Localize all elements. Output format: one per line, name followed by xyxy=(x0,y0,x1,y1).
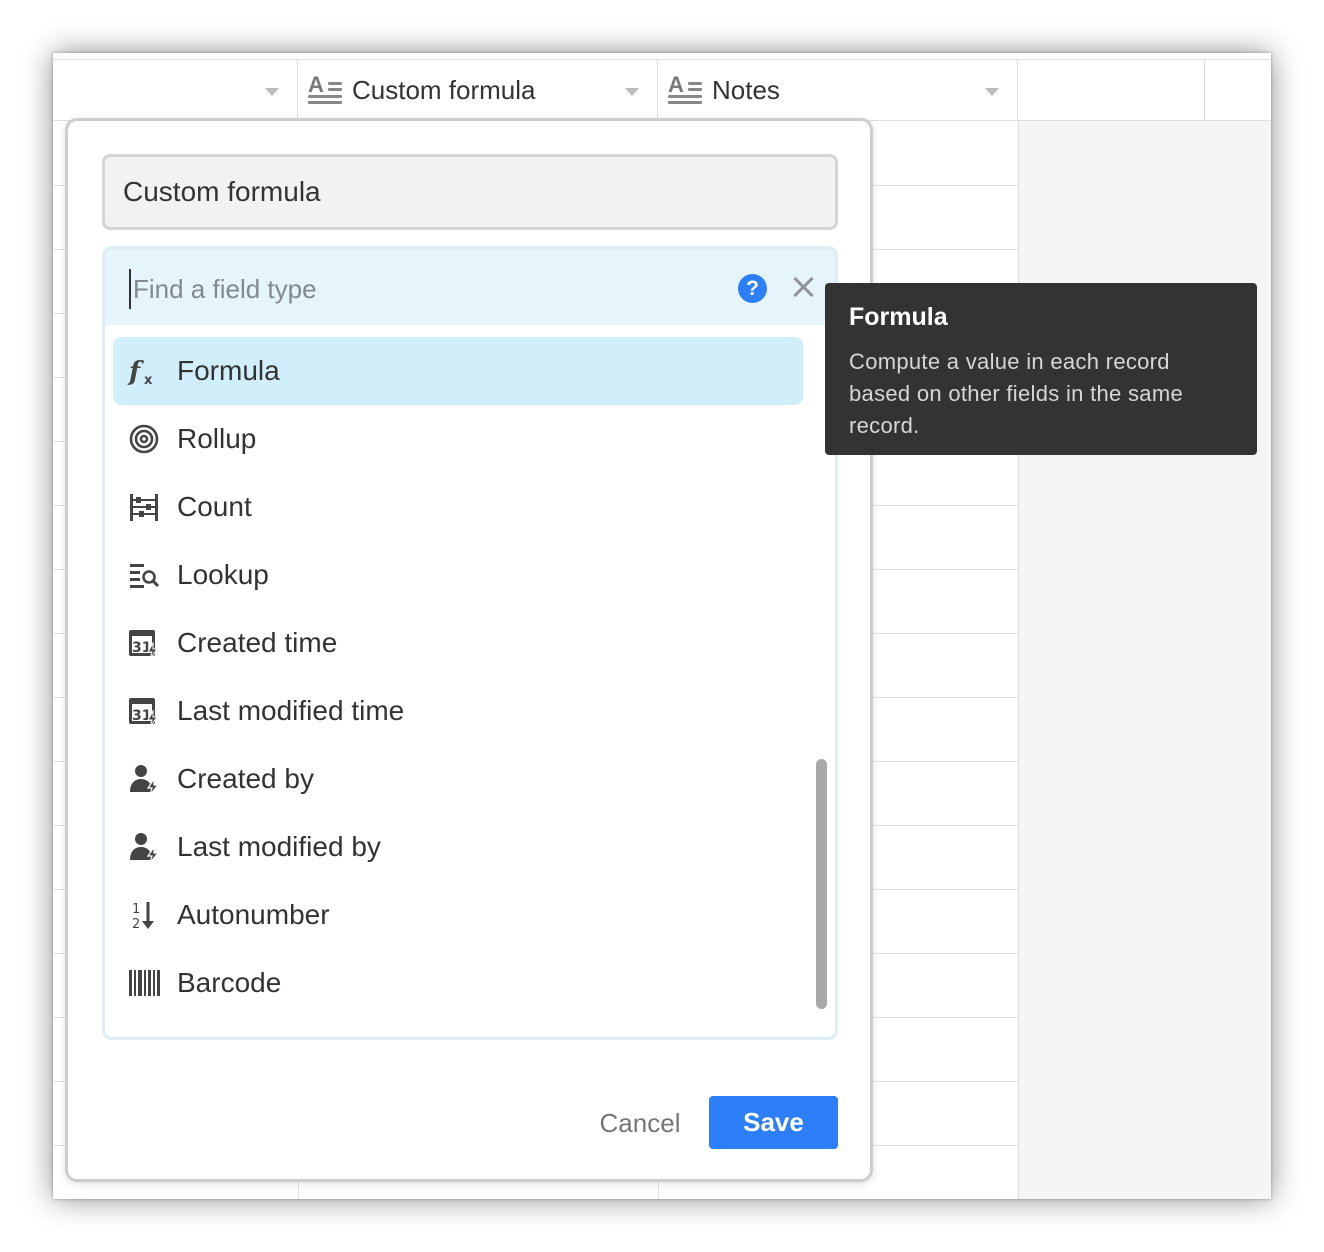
svg-text:31: 31 xyxy=(132,708,151,724)
svg-text:1: 1 xyxy=(132,902,140,917)
chevron-down-icon[interactable] xyxy=(985,88,999,96)
user-bolt-icon xyxy=(127,830,161,864)
tooltip-description: Compute a value in each record based on … xyxy=(849,349,1183,438)
field-type-lookup[interactable]: Lookup xyxy=(113,541,803,609)
column-header-label: Notes xyxy=(712,75,780,105)
calendar-bolt-icon: 31 xyxy=(127,626,161,660)
field-type-picker: ? fx Formula Rollup Count xyxy=(102,246,838,1040)
field-type-label: Count xyxy=(177,491,252,522)
svg-text:31: 31 xyxy=(132,640,151,656)
save-button[interactable]: Save xyxy=(709,1096,838,1149)
field-type-search-bar: ? xyxy=(105,249,835,325)
column-header-custom-formula[interactable]: A Custom formula xyxy=(298,60,658,121)
long-text-icon: A xyxy=(308,72,342,106)
svg-text:f: f xyxy=(127,357,144,387)
add-column-button[interactable] xyxy=(1018,60,1205,121)
barcode-icon xyxy=(127,966,161,1000)
field-type-label: Last modified by xyxy=(177,831,381,862)
autonumber-icon: 12 xyxy=(127,898,161,932)
lookup-icon xyxy=(127,558,161,592)
field-name-input[interactable] xyxy=(102,154,838,230)
field-type-formula[interactable]: fx Formula xyxy=(113,337,803,405)
field-type-search-input[interactable] xyxy=(129,269,709,309)
field-type-label: Created by xyxy=(177,763,314,794)
grid-header-row: A Custom formula A Notes xyxy=(53,59,1271,121)
field-type-count[interactable]: Count xyxy=(113,473,803,541)
tooltip-title: Formula xyxy=(849,303,948,331)
question-icon[interactable]: ? xyxy=(738,274,767,303)
user-bolt-icon xyxy=(127,762,161,796)
calendar-bolt-icon: 31 xyxy=(127,694,161,728)
field-type-last-modified-time[interactable]: 31 Last modified time xyxy=(113,677,803,745)
field-type-created-by[interactable]: Created by xyxy=(113,745,803,813)
field-type-label: Last modified time xyxy=(177,695,405,726)
chevron-down-icon[interactable] xyxy=(625,88,639,96)
field-type-label: Rollup xyxy=(177,423,257,454)
close-icon[interactable] xyxy=(789,273,817,301)
field-type-autonumber[interactable]: 12 Autonumber xyxy=(113,881,803,949)
column-header-label: Custom formula xyxy=(352,75,536,105)
field-type-tooltip: Formula Compute a value in each record b… xyxy=(825,283,1257,455)
field-type-barcode[interactable]: Barcode xyxy=(113,949,803,1017)
long-text-icon: A xyxy=(668,72,702,106)
svg-text:2: 2 xyxy=(132,917,140,931)
column-header-primary[interactable] xyxy=(53,60,298,121)
field-type-label: Barcode xyxy=(177,967,282,998)
formula-icon: fx xyxy=(127,354,161,388)
field-type-label: Lookup xyxy=(177,559,269,590)
field-type-created-time[interactable]: 31 Created time xyxy=(113,609,803,677)
field-type-last-modified-by[interactable]: Last modified by xyxy=(113,813,803,881)
chevron-down-icon[interactable] xyxy=(265,88,279,96)
cancel-button[interactable]: Cancel xyxy=(580,1096,700,1150)
svg-text:x: x xyxy=(144,373,153,388)
count-abacus-icon xyxy=(127,490,161,524)
field-config-dialog: ? fx Formula Rollup Count xyxy=(65,118,873,1182)
field-type-rollup[interactable]: Rollup xyxy=(113,405,803,473)
list-scrollbar[interactable] xyxy=(816,759,827,1009)
rollup-spiral-icon xyxy=(127,422,161,456)
field-type-label: Formula xyxy=(177,355,280,386)
column-header-notes[interactable]: A Notes xyxy=(658,60,1018,121)
field-type-label: Autonumber xyxy=(177,899,330,930)
field-type-list: fx Formula Rollup Count Lookup 31 Create… xyxy=(113,337,803,1017)
field-type-label: Created time xyxy=(177,627,338,658)
